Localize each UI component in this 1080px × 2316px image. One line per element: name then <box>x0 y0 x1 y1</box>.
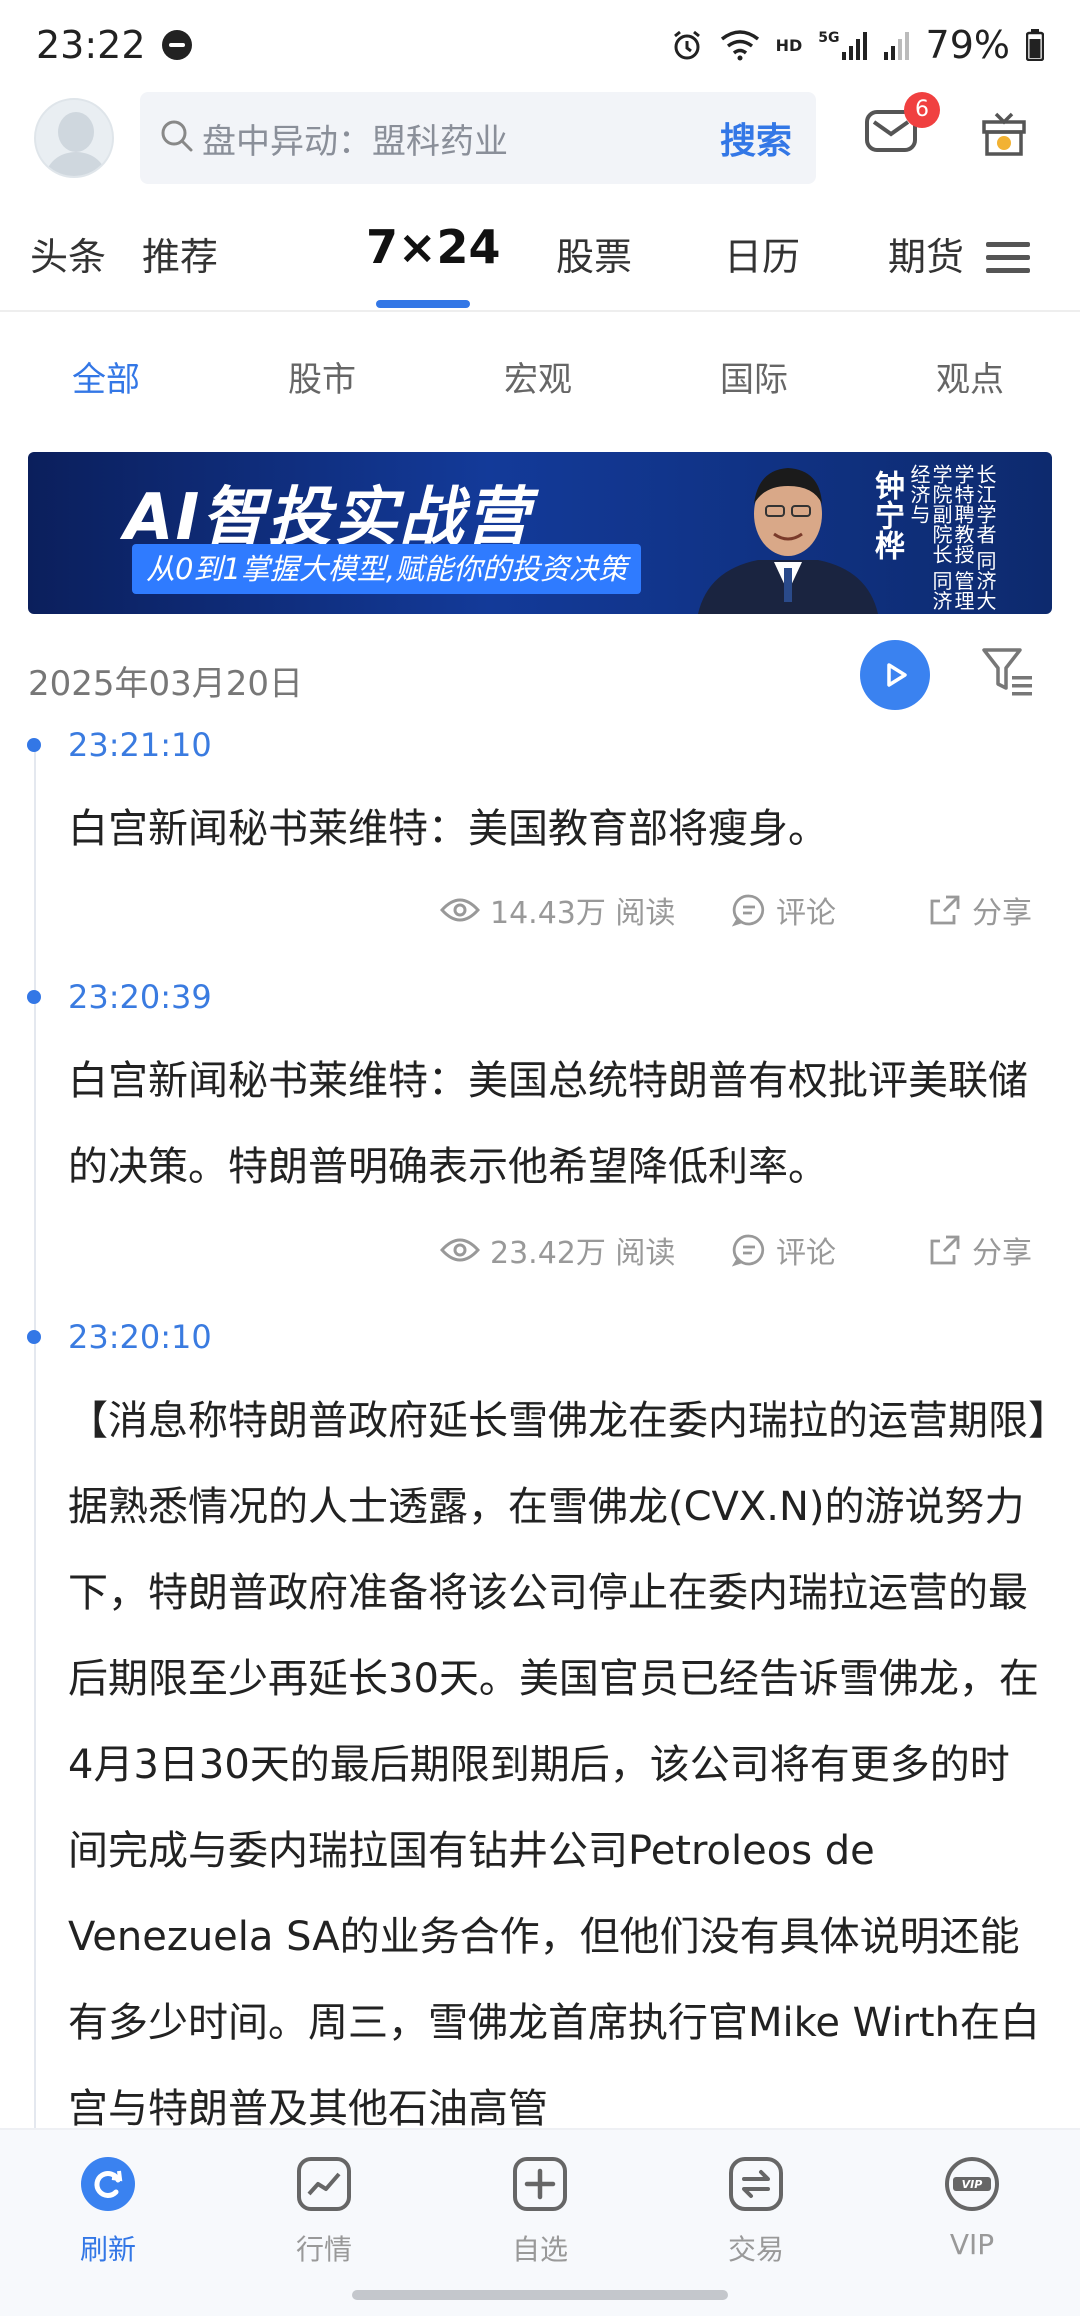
share-button[interactable]: 分享 <box>928 1228 1032 1272</box>
nav-refresh[interactable]: 刷新 <box>48 2156 168 2268</box>
nav-label: VIP <box>949 2228 995 2261</box>
news-time: 23:20:39 <box>68 978 212 1016</box>
tab-headline[interactable]: 头条 <box>30 226 106 281</box>
tab-7x24[interactable]: 7×24 <box>366 220 501 274</box>
signal-icon <box>883 30 910 60</box>
header-divider <box>0 310 1080 312</box>
share-icon <box>930 1235 960 1265</box>
search-input[interactable]: 盘中异动：盟科药业 搜索 <box>140 92 816 184</box>
banner-subtitle: 从0到1掌握大模型,赋能你的投资决策 <box>132 544 642 594</box>
subtab-opinion[interactable]: 观点 <box>936 352 1004 401</box>
comment-button[interactable]: 评论 <box>732 1228 836 1272</box>
nav-vip[interactable]: VIP VIP <box>912 2156 1032 2261</box>
main-tab-bar: 头条 推荐 7×24 股票 日历 期货 <box>0 210 1080 310</box>
battery-icon <box>1026 29 1044 61</box>
timeline-dot <box>27 738 41 752</box>
filter-button[interactable] <box>980 644 1036 704</box>
news-time: 23:20:10 <box>68 1318 212 1356</box>
alarm-icon <box>670 28 704 62</box>
comment-label: 评论 <box>776 896 836 931</box>
nav-label: 刷新 <box>79 2233 136 2266</box>
message-button[interactable]: 6 <box>864 92 940 168</box>
share-label: 分享 <box>972 1236 1032 1271</box>
status-bar: 23:22 HD 5G 79% <box>0 0 1080 90</box>
vip-icon: VIP <box>944 2156 1000 2212</box>
nav-market[interactable]: 行情 <box>264 2156 384 2268</box>
view-count-label: 14.43万 阅读 <box>490 896 676 931</box>
subtab-macro[interactable]: 宏观 <box>504 352 572 401</box>
hd-label: HD <box>775 35 803 55</box>
wifi-icon <box>720 29 760 61</box>
news-text[interactable]: 【消息称特朗普政府延长雪佛龙在委内瑞拉的运营期限】据熟悉情况的人士透露，在雪佛龙… <box>68 1378 1048 2128</box>
nav-label: 交易 <box>727 2233 784 2266</box>
comment-icon <box>732 1234 765 1267</box>
view-count: 23.42万 阅读 <box>440 1228 675 1272</box>
news-text[interactable]: 白宫新闻秘书莱维特：美国教育部将瘦身。 <box>68 786 1048 872</box>
search-placeholder: 盘中异动：盟科药业 <box>202 121 508 162</box>
status-time: 23:22 <box>36 23 146 67</box>
svg-text:VIP: VIP <box>962 2178 983 2191</box>
gift-button[interactable] <box>980 108 1028 162</box>
subtab-international[interactable]: 国际 <box>720 352 788 401</box>
feed-date: 2025年03月20日 <box>28 664 304 704</box>
timeline-dot <box>27 990 41 1004</box>
home-indicator[interactable] <box>352 2290 728 2300</box>
comment-label: 评论 <box>776 1236 836 1271</box>
play-icon <box>887 663 907 687</box>
share-button[interactable]: 分享 <box>928 888 1032 932</box>
presenter-photo <box>698 468 878 614</box>
tab-stocks[interactable]: 股票 <box>556 226 632 281</box>
menu-icon[interactable] <box>986 240 1030 280</box>
bottom-nav: 刷新 行情 自选 交易 VIP VIP <box>0 2128 1080 2316</box>
ad-banner[interactable]: AI智投实战营 从0到1掌握大模型,赋能你的投资决策 钟宁桦 长江学者 同济大学… <box>28 452 1052 614</box>
nav-trade[interactable]: 交易 <box>696 2156 816 2268</box>
tab-calendar[interactable]: 日历 <box>724 226 800 281</box>
timeline-dot <box>27 1330 41 1344</box>
subtab-all[interactable]: 全部 <box>72 352 140 401</box>
active-tab-indicator <box>376 300 470 308</box>
add-icon <box>512 2156 568 2212</box>
5g-label: 5G <box>818 30 840 46</box>
timeline-line <box>34 745 36 2135</box>
user-avatar[interactable] <box>34 98 114 178</box>
exchange-icon <box>728 2156 784 2212</box>
view-count: 14.43万 阅读 <box>440 888 675 932</box>
share-label: 分享 <box>972 896 1032 931</box>
search-button[interactable]: 搜索 <box>720 112 792 164</box>
unread-badge: 6 <box>904 92 940 128</box>
news-text[interactable]: 白宫新闻秘书莱维特：美国总统特朗普有权批评美联储的决策。特朗普明确表示他希望降低… <box>68 1038 1048 1210</box>
chart-icon <box>296 2156 352 2212</box>
tab-futures[interactable]: 期货 <box>888 226 964 281</box>
signal-5g-icon: 5G <box>818 30 867 60</box>
comment-button[interactable]: 评论 <box>732 888 836 932</box>
comment-icon <box>732 894 765 927</box>
tab-recommend[interactable]: 推荐 <box>142 226 218 281</box>
share-icon <box>930 895 960 925</box>
news-time: 23:21:10 <box>68 726 212 764</box>
nav-label: 行情 <box>295 2233 352 2266</box>
nav-watchlist[interactable]: 自选 <box>480 2156 600 2268</box>
eye-icon <box>440 1238 480 1262</box>
subtab-stock-market[interactable]: 股市 <box>288 352 356 401</box>
view-count-label: 23.42万 阅读 <box>490 1236 676 1271</box>
app-header: 盘中异动：盟科药业 搜索 6 <box>0 90 1080 186</box>
filter-icon <box>982 648 1032 696</box>
nav-label: 自选 <box>511 2233 568 2266</box>
search-icon <box>160 119 194 157</box>
presenter-titles: 长江学者 同济大学特聘教授 管理学院副院长 同济经济与 <box>907 464 997 611</box>
do-not-disturb-icon <box>161 30 192 60</box>
status-icons: HD 5G 79% <box>670 23 1044 67</box>
gift-icon <box>982 112 1026 156</box>
refresh-icon <box>80 2156 136 2212</box>
battery-percent: 79% <box>925 23 1010 67</box>
presenter-name: 钟宁桦 <box>869 470 904 560</box>
eye-icon <box>440 898 480 922</box>
play-button[interactable] <box>860 640 930 710</box>
